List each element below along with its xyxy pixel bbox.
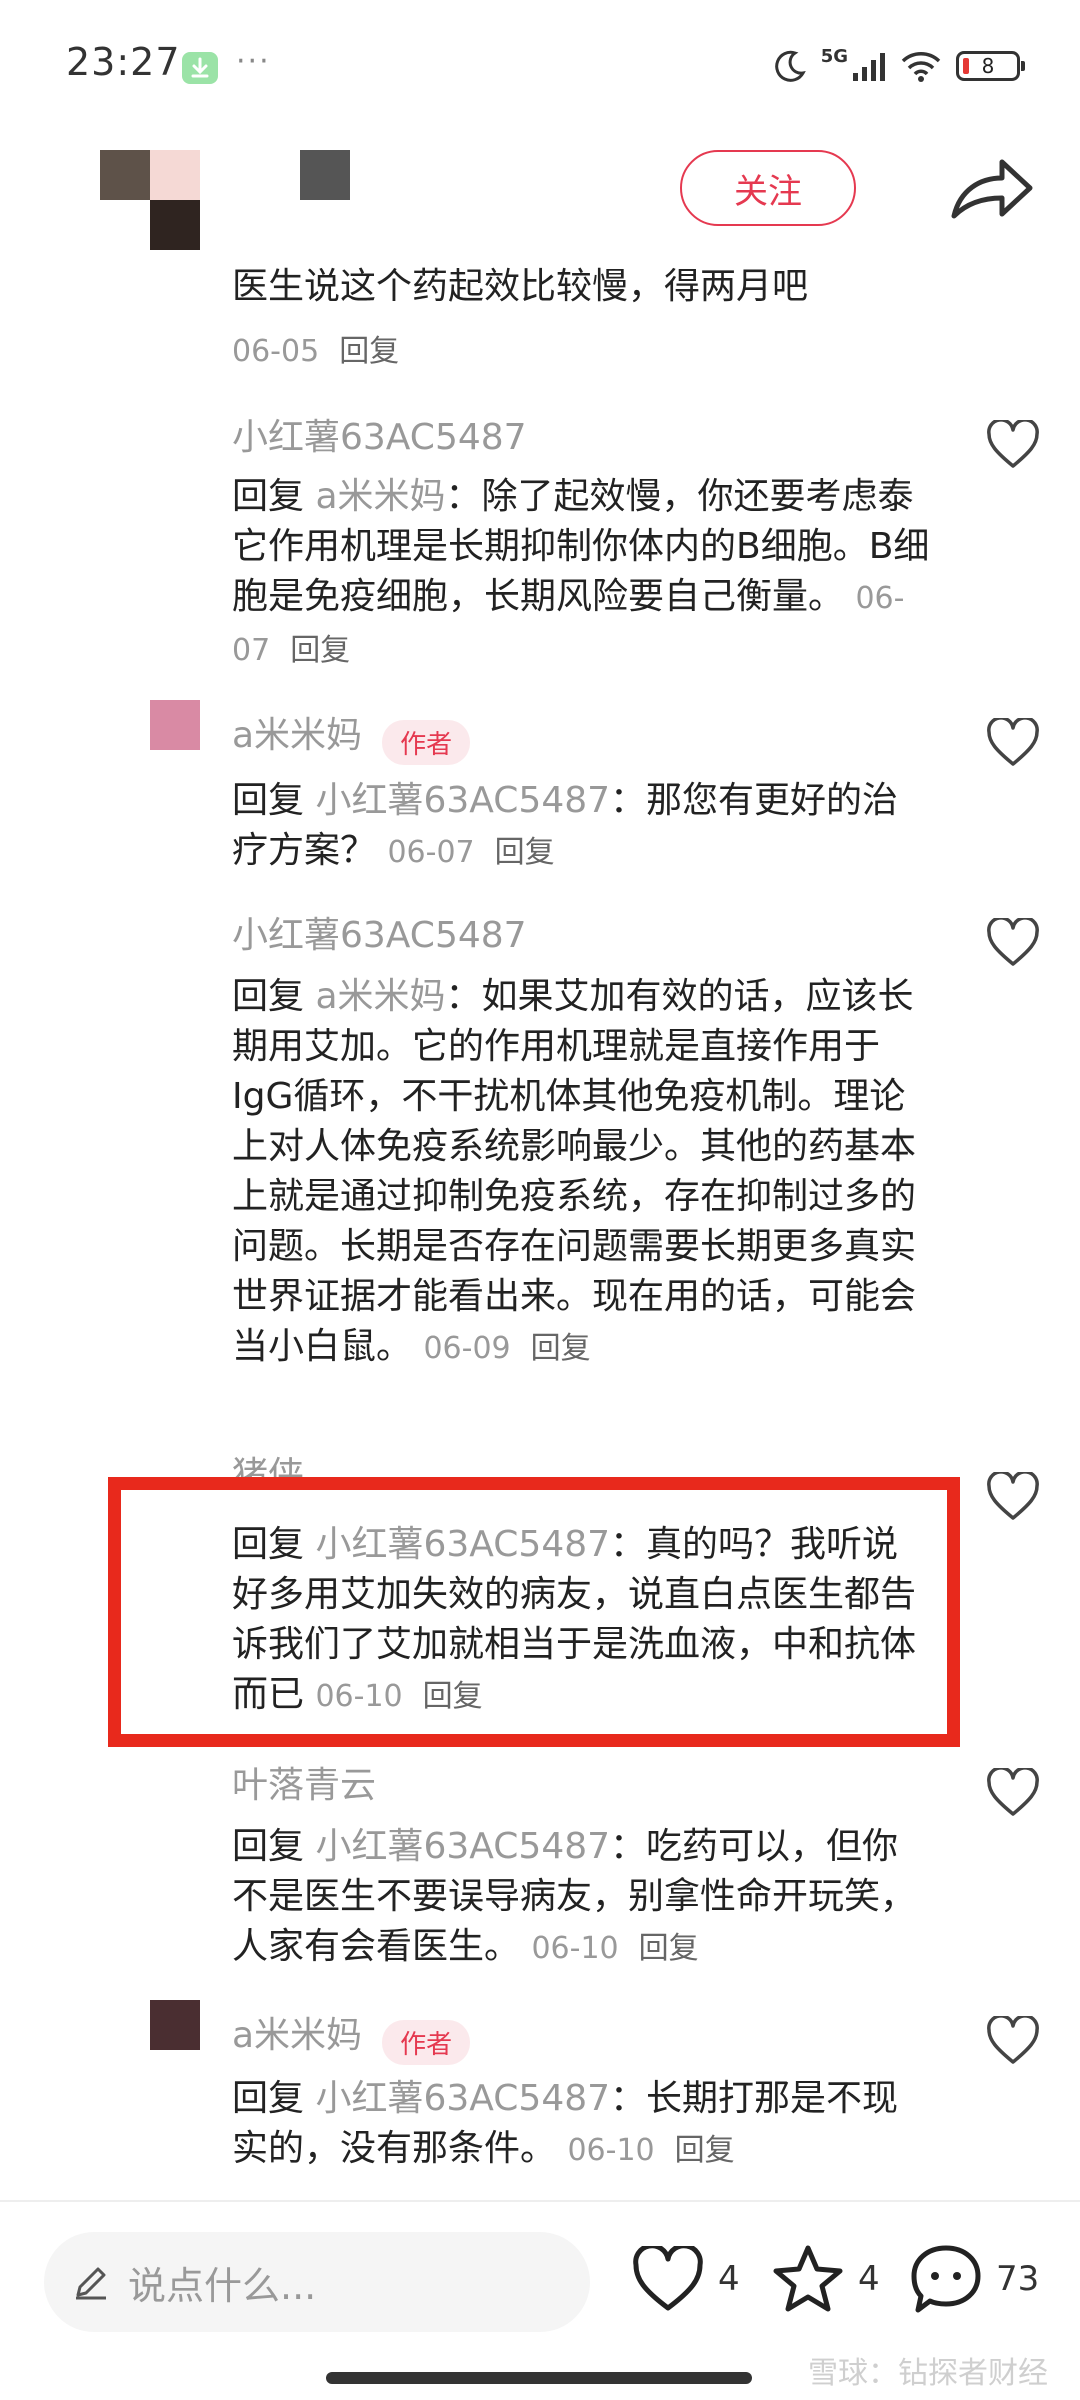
battery-level: 8 xyxy=(981,54,995,78)
reply-prefix: 回复 xyxy=(232,780,305,821)
avatar[interactable] xyxy=(150,2000,200,2050)
comment-date: 06-10 xyxy=(567,2133,655,2168)
reply-button[interactable]: 回复 xyxy=(675,2133,735,2168)
home-indicator[interactable] xyxy=(326,2372,752,2384)
moon-icon xyxy=(774,50,806,82)
heart-icon xyxy=(633,2246,703,2311)
comment-input[interactable]: 说点什么... xyxy=(44,2232,590,2332)
comment-username[interactable]: 小红薯63AC5487 xyxy=(232,408,527,460)
chat-bubble-icon xyxy=(911,2245,981,2313)
comment-date: 06-10 xyxy=(531,1931,619,1966)
reply-button[interactable]: 回复 xyxy=(639,1931,699,1966)
reply-button[interactable]: 回复 xyxy=(495,835,555,870)
highlight-box xyxy=(108,1477,960,1747)
comment-username[interactable]: 小红薯63AC5487 xyxy=(232,915,527,956)
like-heart-icon[interactable] xyxy=(986,2014,1040,2070)
like-heart-icon[interactable] xyxy=(986,716,1040,772)
comment-text: ：如果艾加有效的话，应该长期用艾加。它的作用机理就是直接作用于IgG循环，不干扰… xyxy=(232,976,917,1367)
comment-body: 回复 a米米妈：如果艾加有效的话，应该长期用艾加。它的作用机理就是直接作用于Ig… xyxy=(232,972,932,1374)
author-avatar[interactable] xyxy=(100,150,360,250)
reply-button[interactable]: 回复 xyxy=(531,1331,591,1366)
comment-date: 06-05 xyxy=(232,334,320,369)
comment-count: 73 xyxy=(996,2259,1040,2299)
like-heart-icon[interactable] xyxy=(986,1766,1040,1822)
comments-button[interactable]: 73 xyxy=(908,2242,1039,2316)
comment-header: a米米妈 作者 xyxy=(232,2006,471,2065)
comment-header: 猪侠 xyxy=(232,1452,304,1480)
reply-prefix: 回复 xyxy=(232,976,305,1017)
status-icons: 5G 8 xyxy=(773,45,1025,86)
like-heart-icon[interactable] xyxy=(986,418,1040,474)
comment-body: 回复 小红薯63AC5487：吃药可以，但你不是医生不要误导病友，别拿性命开玩笑… xyxy=(232,1822,932,1974)
comment-input-placeholder: 说点什么... xyxy=(128,2263,317,2308)
comment-body: 回复 小红薯63AC5487：那您有更好的治疗方案？ 06-07 回复 xyxy=(232,776,932,878)
comment-header: a米米妈 作者 xyxy=(232,706,471,765)
reply-prefix: 回复 xyxy=(232,476,305,517)
reply-button[interactable]: 回复 xyxy=(339,334,399,369)
like-count: 4 xyxy=(718,2259,740,2299)
comment-date: 06-09 xyxy=(423,1331,511,1366)
more-notifications-icon: ··· xyxy=(236,44,271,79)
star-icon xyxy=(773,2245,843,2312)
comment-username[interactable]: a米米妈 xyxy=(232,2015,362,2056)
bottom-divider xyxy=(0,2200,1080,2202)
list-item: 小红薯63AC5487 xyxy=(232,408,527,460)
comment-username[interactable]: a米米妈 xyxy=(232,715,362,756)
comment-text: 医生说这个药起效比较慢，得两月吧 xyxy=(232,266,809,307)
comment-username[interactable]: 叶落青云 xyxy=(232,1765,376,1806)
status-time: 23:27 xyxy=(66,40,181,84)
author-badge: 作者 xyxy=(382,720,471,765)
watermark: 雪球：钻探者财经 xyxy=(808,2356,1048,2391)
battery-icon: 8 xyxy=(956,51,1025,81)
reply-button[interactable]: 回复 xyxy=(290,633,350,668)
like-heart-icon[interactable] xyxy=(986,1470,1040,1526)
like-heart-icon[interactable] xyxy=(986,916,1040,972)
reply-to-user[interactable]: 小红薯63AC5487 xyxy=(315,2078,610,2119)
reply-to-user[interactable]: 小红薯63AC5487 xyxy=(315,780,610,821)
reply-to-user[interactable]: a米米妈 xyxy=(315,976,445,1017)
reply-to-user[interactable]: a米米妈 xyxy=(315,476,445,517)
signal-icon xyxy=(853,53,885,81)
comment-header: 小红薯63AC5487 xyxy=(232,906,527,958)
wifi-icon xyxy=(901,52,941,82)
comment-date: 06-07 xyxy=(387,835,475,870)
comment-header: 叶落青云 xyxy=(232,1756,376,1808)
author-badge: 作者 xyxy=(382,2020,471,2065)
download-icon xyxy=(182,52,218,84)
like-button[interactable]: 4 xyxy=(632,2246,740,2312)
network-type: 5G xyxy=(820,45,848,67)
comment-body: 回复 a米米妈：除了起效慢，你还要考虑泰它作用机理是长期抑制你体内的B细胞。B细… xyxy=(232,472,932,676)
follow-button[interactable]: 关注 xyxy=(680,150,856,226)
avatar[interactable] xyxy=(150,700,200,750)
reply-prefix: 回复 xyxy=(232,2078,305,2119)
share-icon[interactable] xyxy=(946,150,1036,230)
collect-count: 4 xyxy=(858,2259,880,2299)
collect-button[interactable]: 4 xyxy=(772,2244,880,2314)
comment-body: 回复 小红薯63AC5487：长期打那是不现实的，没有那条件。 06-10 回复 xyxy=(232,2074,932,2176)
reply-prefix: 回复 xyxy=(232,1826,305,1867)
pencil-icon xyxy=(76,2267,106,2300)
reply-to-user[interactable]: 小红薯63AC5487 xyxy=(315,1826,610,1867)
